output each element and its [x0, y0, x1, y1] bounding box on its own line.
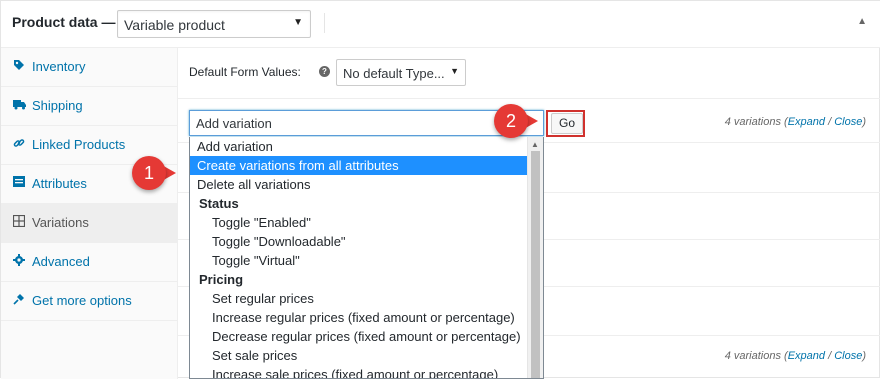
product-data-panel: Product data — Variable product ▼ ▲ Inve… — [0, 0, 880, 379]
callout-number: 1 — [132, 156, 166, 190]
close-link[interactable]: Close — [834, 350, 862, 362]
product-data-tabs: Inventory Shipping Linked Products Attri… — [1, 48, 178, 379]
tab-label: Shipping — [32, 98, 83, 113]
dropdown-option[interactable]: Set regular prices — [190, 289, 528, 308]
scroll-up-arrow-icon[interactable]: ▲ — [531, 140, 539, 149]
panel-header: Product data — Variable product ▼ ▲ — [1, 1, 880, 48]
chevron-down-icon: ▼ — [450, 66, 459, 76]
default-type-value: No default Type... — [343, 66, 445, 81]
default-type-select[interactable]: No default Type... ▼ — [336, 59, 466, 86]
tab-advanced[interactable]: Advanced — [1, 243, 177, 282]
default-form-values-label: Default Form Values: — [189, 65, 301, 79]
truck-icon — [12, 98, 26, 112]
variations-count-top: 4 variations (Expand / Close) — [724, 116, 866, 128]
dropdown-option[interactable]: Toggle "Downloadable" — [190, 232, 528, 251]
link-icon — [12, 137, 26, 151]
slash-separator: / — [825, 350, 835, 362]
tab-label: Variations — [32, 215, 89, 230]
dropdown-option[interactable]: Increase sale prices (fixed amount or pe… — [190, 365, 528, 378]
tab-label: Linked Products — [32, 137, 126, 152]
go-button[interactable]: Go — [551, 113, 583, 134]
list-icon — [12, 176, 26, 190]
dropdown-option[interactable]: Increase regular prices (fixed amount or… — [190, 308, 528, 327]
help-icon[interactable]: ? — [319, 66, 330, 77]
tab-label: Get more options — [32, 293, 132, 308]
gear-icon — [12, 254, 26, 268]
tab-label: Inventory — [32, 59, 86, 74]
dropdown-option[interactable]: Add variation — [190, 137, 528, 156]
dropdown-scrollbar[interactable]: ▲ — [527, 137, 543, 378]
slash-separator: / — [825, 116, 835, 128]
tab-inventory[interactable]: Inventory — [1, 48, 177, 87]
callout-number: 2 — [494, 104, 528, 138]
dropdown-option[interactable]: Decrease regular prices (fixed amount or… — [190, 327, 528, 346]
variations-count-bottom: 4 variations (Expand / Close) — [724, 350, 866, 362]
variation-actions-dropdown: Add variation Create variations from all… — [189, 137, 544, 379]
tab-variations[interactable]: Variations — [1, 204, 177, 243]
dropdown-option[interactable]: Toggle "Enabled" — [190, 213, 528, 232]
expand-link[interactable]: Expand — [788, 116, 825, 128]
chevron-down-icon: ▼ — [293, 17, 303, 28]
product-type-value: Variable product — [124, 17, 225, 33]
variation-actions-select[interactable]: Add variation — [189, 110, 544, 136]
panel-title: Product data — — [12, 14, 116, 30]
dropdown-option[interactable]: Toggle "Virtual" — [190, 251, 528, 270]
variations-count-text: 4 variations — [724, 350, 781, 362]
dropdown-option[interactable]: Delete all variations — [190, 175, 528, 194]
variation-actions-value: Add variation — [196, 116, 272, 131]
tag-icon — [12, 59, 26, 73]
plugin-icon — [12, 293, 26, 307]
product-type-select[interactable]: Variable product ▼ — [117, 10, 311, 38]
grid-icon — [12, 214, 26, 229]
expand-link[interactable]: Expand — [788, 350, 825, 362]
tab-shipping[interactable]: Shipping — [1, 87, 177, 126]
tab-get-more-options[interactable]: Get more options — [1, 282, 177, 321]
dropdown-group-label: Pricing — [199, 272, 244, 287]
tab-label: Attributes — [32, 176, 87, 191]
variations-count-text: 4 variations — [724, 116, 781, 128]
dropdown-option[interactable]: Set sale prices — [190, 346, 528, 365]
collapse-toggle-icon[interactable]: ▲ — [857, 16, 867, 27]
tab-label: Advanced — [32, 254, 90, 269]
scrollbar-thumb[interactable] — [531, 151, 540, 378]
default-form-values-row: Default Form Values: ? No default Type..… — [178, 48, 880, 99]
header-divider — [324, 13, 325, 33]
dropdown-group-label: Status — [199, 196, 239, 211]
dropdown-option-selected[interactable]: Create variations from all attributes — [190, 156, 528, 175]
callout-badge-2: 2 — [494, 104, 538, 140]
close-link[interactable]: Close — [834, 116, 862, 128]
callout-badge-1: 1 — [132, 156, 176, 192]
